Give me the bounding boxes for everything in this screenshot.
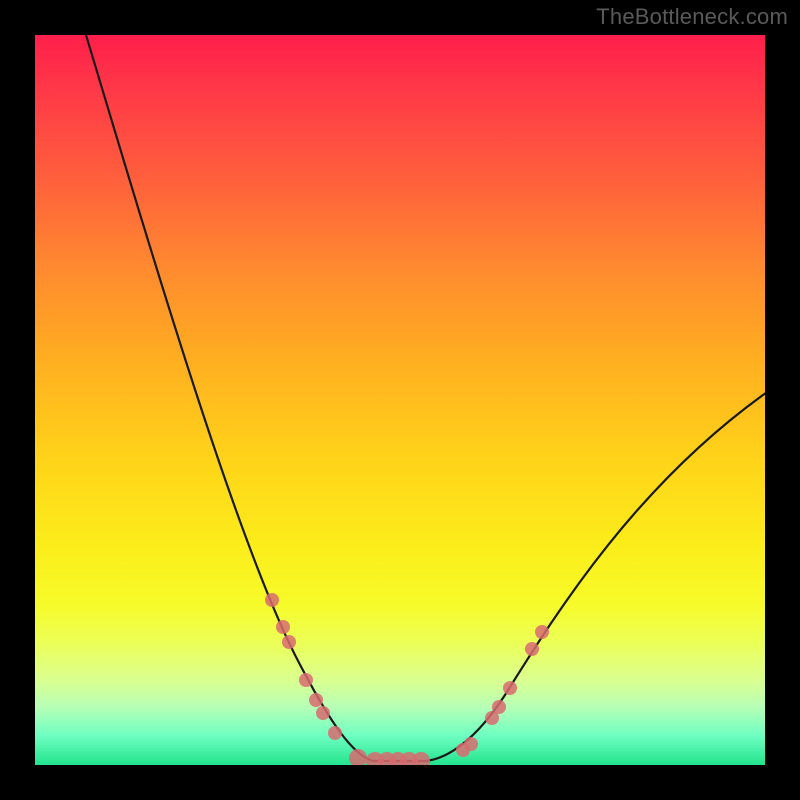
left-curve [80,35,425,761]
data-dot [276,620,290,634]
data-dot [503,681,517,695]
data-dot [299,673,313,687]
data-dot [464,737,478,751]
data-dot [282,635,296,649]
data-dot [412,752,430,765]
data-dot [492,700,506,714]
chart-svg [35,35,765,765]
data-dot [265,593,279,607]
data-dot [525,642,539,656]
data-dot [316,706,330,720]
watermark-text: TheBottleneck.com [596,4,788,30]
plot-area [35,35,765,765]
right-curve [425,390,765,761]
data-dots [265,593,549,765]
data-dot [309,693,323,707]
data-dot [535,625,549,639]
data-dot [349,749,367,765]
chart-frame: TheBottleneck.com [0,0,800,800]
data-dot [328,726,342,740]
